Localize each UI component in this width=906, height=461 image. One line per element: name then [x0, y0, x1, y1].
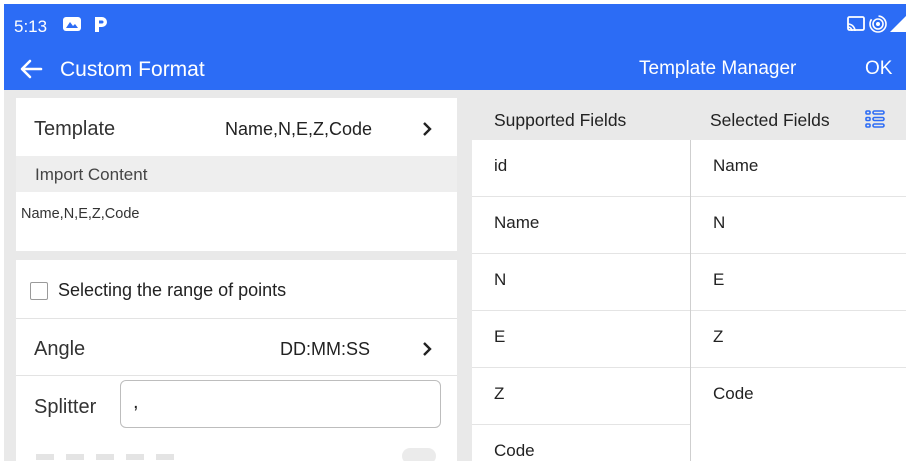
page-title: Custom Format: [60, 58, 205, 81]
template-card: Template Name,N,E,Z,Code Import Content …: [16, 98, 457, 251]
angle-label: Angle: [34, 338, 86, 360]
selected-field-item[interactable]: Name: [691, 140, 906, 197]
supported-field-item[interactable]: N: [472, 254, 690, 311]
hotspot-icon: [869, 15, 887, 33]
angle-row[interactable]: Angle DD:MM:SS: [16, 319, 457, 375]
status-bar: 5:13: [4, 4, 906, 46]
supported-field-item[interactable]: Name: [472, 197, 690, 254]
options-card: Selecting the range of points Angle DD:M…: [16, 260, 457, 461]
field-label: Z: [713, 327, 724, 346]
field-label: Z: [494, 384, 505, 403]
divider: [16, 375, 457, 376]
format-settings-panel: Template Name,N,E,Z,Code Import Content …: [4, 90, 472, 461]
template-manager-button[interactable]: Template Manager: [639, 58, 796, 80]
range-checkbox[interactable]: [30, 282, 48, 300]
content: Template Name,N,E,Z,Code Import Content …: [4, 90, 906, 461]
selected-fields-list: Name N E Z Code: [691, 140, 906, 461]
field-label: N: [713, 213, 726, 232]
supported-fields-list: id Name N E Z Code: [472, 140, 691, 461]
list-settings-icon[interactable]: [864, 108, 886, 130]
selected-fields-header: Selected Fields: [710, 110, 830, 130]
supported-field-item[interactable]: E: [472, 311, 690, 368]
supported-fields-header: Supported Fields: [494, 110, 627, 130]
ok-button[interactable]: OK: [865, 58, 892, 80]
template-label: Template: [34, 118, 116, 140]
supported-field-item[interactable]: Z: [472, 368, 690, 425]
import-content-label: Import Content: [35, 165, 148, 184]
splitter-label: Splitter: [34, 396, 97, 418]
chevron-right-icon: [423, 342, 432, 356]
range-label: Selecting the range of points: [58, 280, 287, 300]
signal-icon: [890, 16, 906, 32]
field-label: E: [494, 327, 506, 346]
fields-panel: Supported Fields Selected Fields id Name…: [472, 90, 906, 461]
back-arrow-icon[interactable]: [16, 54, 46, 84]
field-label: Code: [713, 384, 754, 403]
fields-header: Supported Fields Selected Fields: [472, 90, 906, 140]
selected-field-item[interactable]: Code: [691, 368, 906, 425]
field-label: Code: [494, 441, 535, 460]
field-label: E: [713, 270, 725, 289]
supported-field-item[interactable]: id: [472, 140, 690, 197]
status-time: 5:13: [14, 17, 48, 36]
faded-option-label: [36, 454, 176, 460]
selected-field-item[interactable]: N: [691, 197, 906, 254]
angle-value: DD:MM:SS: [280, 339, 370, 359]
supported-field-item[interactable]: Code: [472, 425, 690, 461]
header: 5:13 Custom Format Template Manager OK: [4, 4, 906, 90]
template-row[interactable]: Template Name,N,E,Z,Code: [16, 98, 457, 156]
selected-field-item[interactable]: E: [691, 254, 906, 311]
chevron-right-icon: [423, 122, 432, 136]
template-value: Name,N,E,Z,Code: [225, 119, 373, 139]
field-label: N: [494, 270, 507, 289]
faded-toggle: [402, 448, 436, 461]
gallery-icon: [63, 17, 81, 31]
app-bar: Custom Format Template Manager OK: [4, 52, 906, 90]
p-app-icon: [95, 17, 107, 32]
range-row[interactable]: Selecting the range of points: [16, 260, 457, 318]
field-label: id: [494, 156, 508, 175]
import-content-text: Name,N,E,Z,Code: [21, 206, 140, 222]
field-label: Name: [494, 213, 540, 232]
splitter-input[interactable]: ,: [120, 380, 441, 428]
import-content-header: Import Content: [16, 156, 457, 192]
cast-icon: [847, 16, 865, 32]
selected-field-item[interactable]: Z: [691, 311, 906, 368]
screen: 5:13 Custom Format Template Manager OK T…: [0, 0, 906, 461]
field-label: Name: [713, 156, 759, 175]
